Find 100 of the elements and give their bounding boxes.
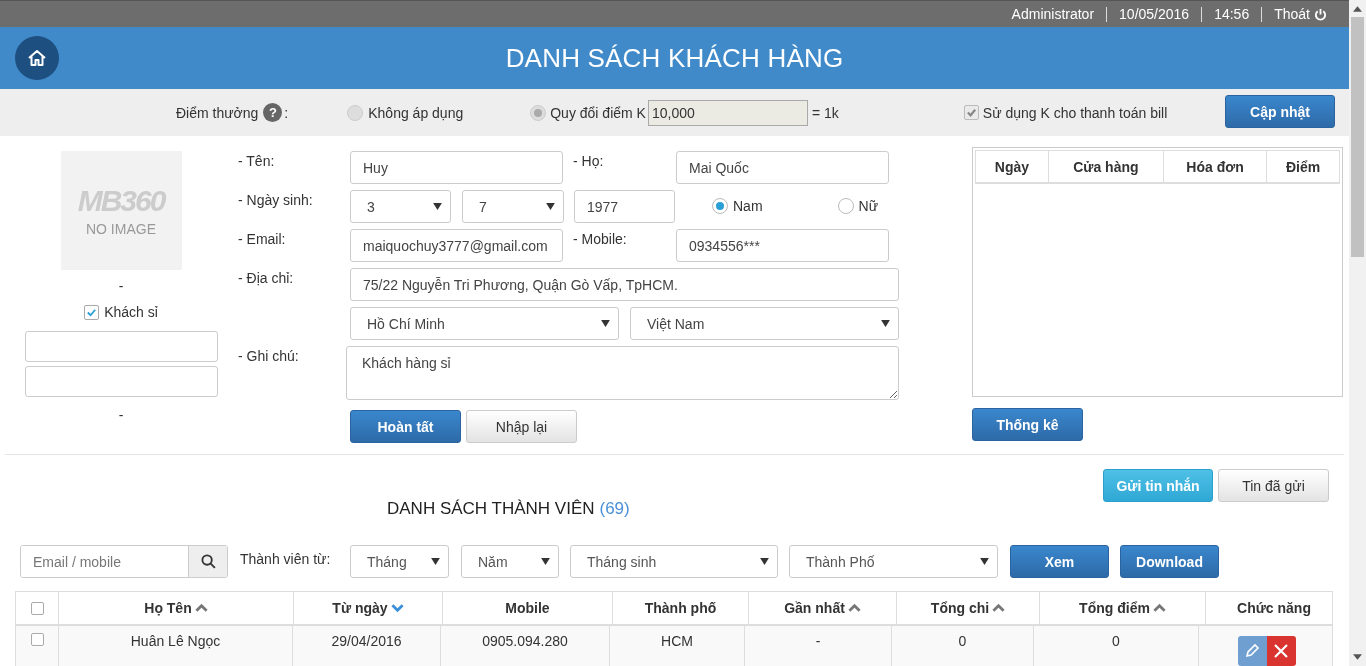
filter-select[interactable]: Năm bbox=[461, 545, 559, 578]
note-field[interactable]: Khách hàng sỉ bbox=[346, 346, 899, 400]
field-label: - Địa chỉ: bbox=[238, 269, 295, 288]
members-title: DANH SÁCH THÀNH VIÊN bbox=[387, 499, 595, 519]
address-field[interactable]: 75/22 Nguyễn Tri Phương, Quận Gò Vấp, TpHCM. bbox=[350, 268, 899, 301]
field-label: - Tên: bbox=[238, 152, 276, 171]
delete-button[interactable] bbox=[1266, 636, 1296, 666]
caret-icon bbox=[431, 558, 440, 565]
home-icon bbox=[27, 48, 47, 68]
column-header[interactable]: Tổng chi bbox=[897, 592, 1039, 624]
column-header[interactable]: Họ Tên bbox=[59, 592, 293, 624]
time-text: 14:56 bbox=[1201, 6, 1262, 22]
caret-icon bbox=[541, 558, 550, 565]
email-field[interactable]: maiquochuy3777@gmail.com bbox=[350, 229, 563, 262]
option-label: Quy đổi điểm K bbox=[550, 104, 646, 121]
checkbox-label: Sử dụng K cho thanh toán bill bbox=[982, 104, 1168, 121]
city-select[interactable]: Hồ Chí Minh bbox=[350, 307, 619, 340]
sort-up-icon[interactable] bbox=[847, 603, 861, 613]
scroll-thumb[interactable] bbox=[1351, 17, 1364, 257]
column-header[interactable]: Mobile bbox=[443, 592, 612, 624]
filter-select[interactable]: Tháng sinh bbox=[570, 545, 778, 578]
mobile-field[interactable]: 0934556*** bbox=[676, 229, 889, 262]
caret-icon bbox=[980, 558, 989, 565]
view-button[interactable]: Xem bbox=[1010, 545, 1109, 578]
sort-up-icon[interactable] bbox=[1152, 603, 1166, 613]
rate-unit: = 1k bbox=[811, 104, 839, 121]
column-header[interactable]: Từ ngày bbox=[294, 592, 442, 624]
checkbox[interactable] bbox=[30, 633, 44, 646]
filter-select[interactable]: Thành Phố bbox=[789, 545, 998, 578]
member-count: (69) bbox=[599, 499, 630, 519]
filter-select[interactable]: Tháng bbox=[350, 545, 449, 578]
field-label: - Mobile: bbox=[572, 230, 628, 249]
radio-button[interactable] bbox=[837, 197, 854, 214]
input-field[interactable] bbox=[24, 366, 218, 397]
page-title: DANH SÁCH KHÁCH HÀNG bbox=[505, 42, 844, 74]
sort-down-icon[interactable] bbox=[390, 603, 404, 613]
code-text: - bbox=[118, 278, 124, 294]
no-image-text: NO IMAGE bbox=[86, 221, 156, 236]
table-cell: 0 bbox=[1112, 633, 1120, 649]
logout-link[interactable]: Thoát bbox=[1261, 6, 1327, 22]
close-icon bbox=[1273, 643, 1289, 659]
month-select[interactable]: 7 bbox=[462, 190, 564, 223]
table-cell: 0 bbox=[958, 633, 967, 649]
filter-label: Thành viên từ: bbox=[240, 550, 332, 567]
caret-icon bbox=[601, 320, 610, 327]
pencil-icon bbox=[1244, 643, 1260, 659]
date-text: 10/05/2016 bbox=[1106, 6, 1202, 22]
search-icon[interactable] bbox=[200, 554, 216, 569]
table-cell: Huân Lê Ngọc bbox=[130, 633, 221, 649]
checkbox[interactable] bbox=[30, 601, 44, 615]
column-header[interactable]: Thành phố bbox=[613, 592, 748, 624]
submit-button[interactable]: Hoàn tất bbox=[350, 410, 461, 443]
colon-text: : bbox=[284, 104, 289, 121]
sort-up-icon[interactable] bbox=[194, 603, 208, 613]
field-label: - Ghi chú: bbox=[238, 347, 300, 366]
scrollbar[interactable] bbox=[1349, 0, 1366, 666]
scroll-down-icon[interactable] bbox=[1353, 654, 1362, 660]
home-button[interactable] bbox=[15, 36, 59, 80]
country-select[interactable]: Việt Nam bbox=[630, 307, 899, 340]
stats-button[interactable]: Thống kê bbox=[972, 408, 1083, 441]
sent-messages-button[interactable]: Tin đã gửi bbox=[1218, 469, 1329, 502]
download-button[interactable]: Download bbox=[1120, 545, 1219, 578]
check-icon bbox=[86, 306, 98, 318]
column-header: Điểm bbox=[1266, 151, 1339, 182]
input-field[interactable] bbox=[24, 331, 218, 362]
option-label: Nữ bbox=[858, 197, 879, 214]
scroll-up-icon[interactable] bbox=[1353, 6, 1362, 12]
option-label: Nam bbox=[733, 197, 763, 214]
field-label: - Họ: bbox=[572, 152, 605, 171]
field-label: - Email: bbox=[238, 230, 287, 249]
user-name: Administrator bbox=[1010, 6, 1096, 22]
first-name-field[interactable]: Huy bbox=[350, 151, 563, 184]
footer-text: - bbox=[118, 407, 124, 423]
column-header[interactable]: Tổng điểm bbox=[1040, 592, 1205, 624]
checkbox-label: Khách sỉ bbox=[104, 304, 158, 320]
caret-icon bbox=[433, 203, 442, 210]
field-label: - Ngày sinh: bbox=[238, 191, 314, 210]
search-field[interactable]: Email / mobile bbox=[20, 545, 228, 578]
bonus-label: Điểm thưởng bbox=[176, 104, 259, 121]
edit-button[interactable] bbox=[1237, 636, 1267, 666]
table-cell: - bbox=[815, 633, 821, 649]
caret-icon bbox=[546, 203, 555, 210]
day-select[interactable]: 3 bbox=[350, 190, 451, 223]
table-cell: HCM bbox=[661, 633, 693, 649]
column-header[interactable]: Chức năng bbox=[1206, 592, 1342, 624]
check-icon bbox=[965, 107, 977, 118]
power-icon bbox=[1314, 7, 1327, 21]
table-cell: 29/04/2016 bbox=[331, 633, 402, 649]
option-label: Không áp dụng bbox=[368, 104, 464, 121]
caret-icon bbox=[881, 320, 890, 327]
column-header: Hóa đơn bbox=[1162, 151, 1267, 182]
column-header[interactable]: Gần nhất bbox=[749, 592, 896, 624]
year-field[interactable]: 1977 bbox=[574, 190, 675, 223]
last-name-field[interactable]: Mai Quốc bbox=[676, 151, 889, 184]
sort-up-icon[interactable] bbox=[992, 603, 1006, 613]
column-header: Cửa hàng bbox=[1047, 151, 1163, 182]
reset-button[interactable]: Nhập lại bbox=[466, 410, 577, 443]
checkbox[interactable] bbox=[84, 304, 100, 320]
column-header: Ngày bbox=[993, 157, 1030, 177]
radio-button[interactable] bbox=[712, 197, 728, 214]
